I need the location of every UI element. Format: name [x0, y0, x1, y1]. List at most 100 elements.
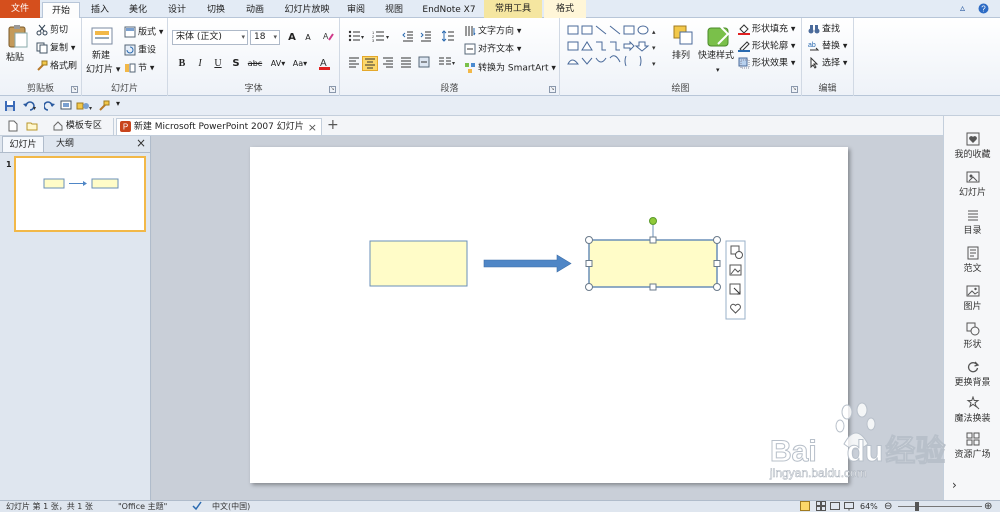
shrink-font-button[interactable]: A	[300, 30, 316, 45]
resize-handle[interactable]	[713, 236, 721, 244]
tab-beautify[interactable]: 美化	[120, 2, 156, 18]
copy-button[interactable]: 复制 ▾	[36, 42, 75, 55]
tab-slideshow[interactable]: 幻灯片放映	[278, 2, 336, 18]
decrease-indent-icon[interactable]	[400, 30, 416, 45]
close-pane-icon[interactable]: ×	[136, 136, 146, 150]
align-right-icon[interactable]	[380, 56, 396, 71]
resize-handle[interactable]	[585, 236, 593, 244]
zoom-in-icon[interactable]: ⊕	[984, 501, 992, 512]
zoom-slider-thumb[interactable]	[915, 502, 919, 511]
sidebar-item-resource-plaza[interactable]: 资源广场	[944, 432, 1000, 460]
quick-styles-dropdown[interactable]: ▾	[716, 64, 720, 76]
increase-indent-icon[interactable]	[418, 30, 434, 45]
font-color-button[interactable]: A	[316, 56, 334, 71]
tab-endnote[interactable]: EndNote X7	[416, 2, 482, 18]
zoom-slider[interactable]	[898, 506, 982, 507]
paste-button[interactable]: 粘贴	[6, 52, 24, 64]
template-zone-tab[interactable]: 模板专区	[50, 118, 114, 135]
text-shadow-button[interactable]: S	[228, 56, 244, 71]
folder-icon[interactable]	[26, 120, 38, 132]
language-status[interactable]: 中文(中国)	[212, 501, 250, 512]
tab-common-tools[interactable]: 常用工具	[484, 0, 542, 18]
undo-icon[interactable]: ▾	[22, 100, 38, 112]
paste-icon[interactable]	[6, 24, 32, 50]
reset-button[interactable]: 重设	[124, 44, 156, 57]
italic-button[interactable]: I	[192, 56, 208, 71]
format-painter-button[interactable]: 格式刷	[36, 60, 77, 73]
sidebar-item-slides[interactable]: 幻灯片	[944, 170, 1000, 198]
slideshow-view-icon[interactable]	[844, 501, 854, 512]
quick-styles-icon[interactable]	[706, 22, 732, 48]
align-center-icon[interactable]	[362, 56, 378, 71]
text-direction-button[interactable]: 文字方向 ▾	[464, 25, 521, 38]
sidebar-item-toc[interactable]: 目录	[944, 208, 1000, 236]
tab-review[interactable]: 审阅	[338, 2, 374, 18]
find-button[interactable]: 查找	[808, 23, 840, 36]
resize-handle[interactable]	[713, 283, 721, 291]
document-tab[interactable]: P 新建 Microsoft PowerPoint 2007 幻灯片 ×	[116, 118, 322, 135]
font-name-combo[interactable]: 宋体 (正文) ▾	[172, 30, 248, 45]
tab-transitions[interactable]: 切换	[198, 2, 234, 18]
help-icon[interactable]: ?	[978, 3, 989, 17]
drawing-launcher-icon[interactable]: ↘	[791, 86, 798, 93]
character-spacing-button[interactable]: AV▾	[268, 56, 288, 71]
slide-thumbnail[interactable]	[14, 156, 146, 232]
shapes-quick-icon[interactable]: ▾	[76, 100, 94, 112]
shape-fill-button[interactable]: 形状填充 ▾	[738, 23, 795, 36]
zoom-out-icon[interactable]: ⊖	[884, 501, 892, 512]
new-tab-icon[interactable]: +	[327, 117, 339, 133]
font-size-combo[interactable]: 18 ▾	[250, 30, 280, 45]
normal-view-icon[interactable]	[800, 501, 810, 512]
bullets-button[interactable]: ▾	[346, 30, 368, 45]
resize-handle[interactable]	[585, 260, 593, 267]
tab-design[interactable]: 设计	[158, 2, 196, 18]
tab-insert[interactable]: 插入	[82, 2, 118, 18]
distribute-icon[interactable]	[416, 56, 432, 71]
tab-outline[interactable]: 大纲	[46, 136, 84, 152]
arrange-button[interactable]: 排列	[672, 50, 690, 62]
change-case-button[interactable]: Aa▾	[290, 56, 310, 71]
section-button[interactable]: 节 ▾	[124, 62, 154, 75]
columns-button[interactable]: ▾	[436, 56, 458, 71]
customize-toolbar-icon[interactable]: ▾	[116, 99, 120, 108]
right-arrow-shape[interactable]	[483, 254, 572, 273]
smartart-button[interactable]: 转换为 SmartArt ▾	[464, 62, 556, 75]
strikethrough-button[interactable]: abc	[246, 56, 264, 71]
tab-format[interactable]: 格式	[544, 0, 586, 18]
tab-file[interactable]: 文件	[0, 0, 40, 18]
resize-handle[interactable]	[649, 283, 657, 291]
quick-styles-button[interactable]: 快速样式	[698, 50, 734, 62]
tab-animations[interactable]: 动画	[236, 2, 274, 18]
arrange-icon[interactable]	[672, 24, 698, 50]
zoom-level[interactable]: 64%	[860, 501, 878, 512]
sidebar-item-favorites[interactable]: 我的收藏	[944, 132, 1000, 160]
resize-handle[interactable]	[713, 260, 721, 267]
tab-slides[interactable]: 幻灯片	[2, 136, 44, 152]
sidebar-item-shapes[interactable]: 形状	[944, 322, 1000, 350]
clear-formatting-icon[interactable]: A	[320, 30, 336, 45]
expand-sidebar-icon[interactable]: ›	[952, 478, 957, 492]
new-slide-icon[interactable]	[90, 24, 116, 50]
select-button[interactable]: 选择 ▾	[808, 56, 847, 70]
font-launcher-icon[interactable]: ↘	[329, 86, 336, 93]
theme-status[interactable]: "Office 主题"	[118, 501, 167, 512]
brush-icon[interactable]	[98, 100, 110, 112]
slideshow-icon[interactable]	[60, 100, 72, 112]
close-tab-icon[interactable]: ×	[308, 119, 317, 136]
resize-handle[interactable]	[585, 283, 593, 291]
shapes-gallery[interactable]: ▴ ▾ ▾	[566, 24, 666, 74]
sidebar-item-samples[interactable]: 范文	[944, 246, 1000, 274]
line-spacing-button[interactable]	[440, 30, 460, 45]
left-rectangle-shape[interactable]	[369, 240, 468, 287]
sidebar-item-change-background[interactable]: 更换背景	[944, 360, 1000, 388]
rotation-handle[interactable]	[649, 217, 657, 225]
justify-icon[interactable]	[398, 56, 414, 71]
numbering-button[interactable]: 1 2 3 ▾	[370, 30, 394, 45]
minimize-ribbon-icon[interactable]: ▵	[960, 3, 965, 14]
shape-effects-button[interactable]: 形状效果 ▾	[738, 57, 795, 70]
spell-check-icon[interactable]	[192, 501, 202, 512]
sidebar-item-magic-dressup[interactable]: 魔法换装	[944, 396, 1000, 424]
new-document-icon[interactable]	[8, 120, 18, 132]
align-left-icon[interactable]	[346, 56, 362, 71]
align-text-button[interactable]: 对齐文本 ▾	[464, 43, 521, 56]
